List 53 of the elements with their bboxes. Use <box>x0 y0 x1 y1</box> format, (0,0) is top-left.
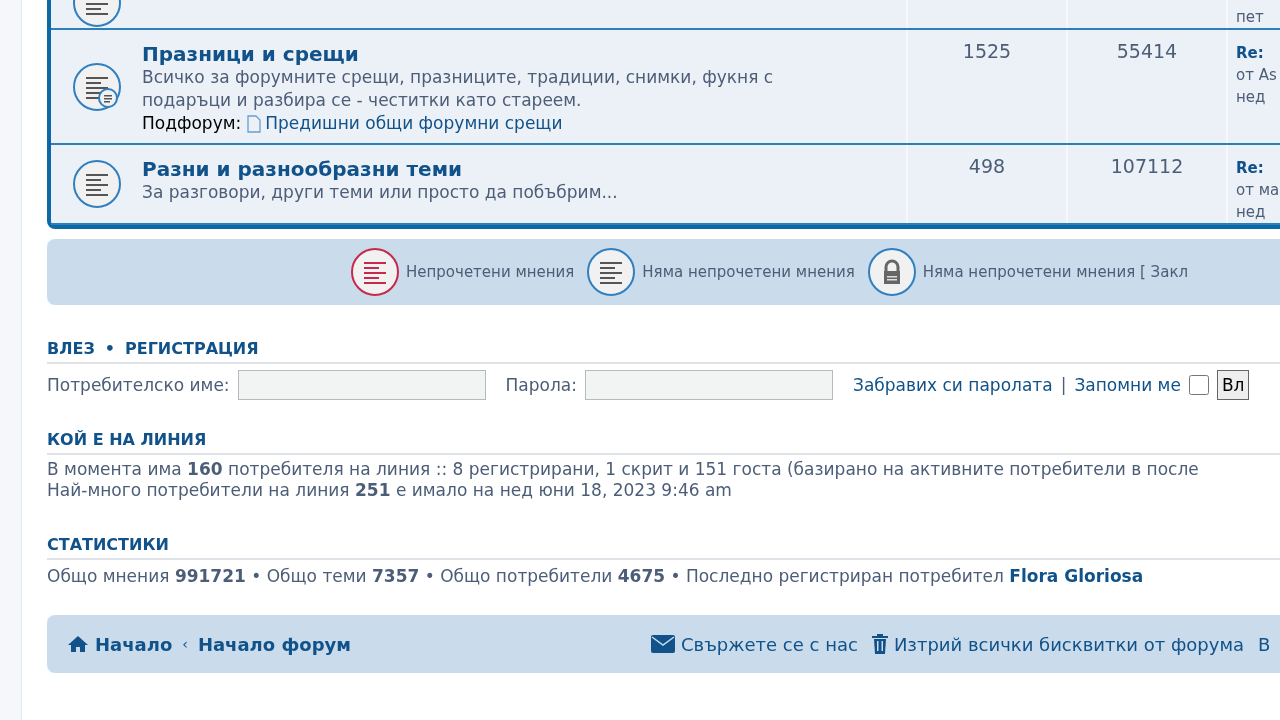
legend-label: Няма непрочетени мнения <box>642 263 855 281</box>
forum-title[interactable]: Празници и срещи <box>142 42 906 66</box>
last-post-link[interactable]: Re: <box>1236 157 1280 179</box>
breadcrumb-link[interactable]: Начало форум <box>197 633 351 655</box>
section-title: СТАТИСТИКИ <box>47 535 169 554</box>
envelope-icon <box>650 635 675 653</box>
home-icon <box>67 635 89 653</box>
footer-link[interactable]: Изтрий всички бисквитки от форума <box>871 633 1245 655</box>
topic-count: 498 <box>908 145 1068 223</box>
forum-description: За разговори, други теми или просто да побъбрим... <box>142 181 619 204</box>
post-count: 107112 <box>1068 145 1228 223</box>
footer-link[interactable]: В <box>1258 633 1271 655</box>
forum-icon <box>71 159 122 209</box>
lock-icon <box>866 247 917 297</box>
breadcrumb-separator: ‹ <box>182 636 188 652</box>
subforum-link[interactable]: Предишни общи форумни срещи <box>247 112 563 135</box>
last-post-info: пет <box>1236 7 1265 28</box>
login-link[interactable]: РЕГИСТРАЦИЯ <box>125 339 259 358</box>
post-count: 55414 <box>1068 30 1228 143</box>
user-link[interactable]: Flora Gloriosa <box>1009 566 1144 586</box>
topic-count: 1525 <box>908 30 1068 143</box>
legend-label: Непрочетени мнения <box>406 263 575 281</box>
separator: | <box>1060 375 1067 395</box>
last-post-info: от ма <box>1236 180 1280 201</box>
online-info: В момента има 160 потребителя на линия :: 8 регистрирани, 1 скрит и 151 госта (базирано на активните потребители в после <box>47 459 1200 480</box>
forgot-password-link[interactable]: Забравих си паролата <box>853 375 1053 395</box>
password-field[interactable] <box>585 370 833 400</box>
bullet: • <box>104 339 115 358</box>
last-post-link[interactable]: Re: <box>1236 42 1280 64</box>
username-field[interactable] <box>237 370 486 400</box>
forum-icon <box>350 247 400 297</box>
statistics-text: Общо мнения 991721 • Общо теми 7357 • Общо потребители 4675 • Последно регистриран потребител Flora Gloriosa <box>47 566 1145 587</box>
password-label: Парола: <box>505 375 577 395</box>
forum-icon <box>71 61 122 112</box>
breadcrumb-link[interactable]: Начало <box>67 633 173 655</box>
remember-me-label[interactable]: Запомни ме <box>1074 375 1181 395</box>
section-title: КОЙ Е НА ЛИНИЯ <box>47 430 207 449</box>
forum-description: Всичко за форумните срещи, празниците, традиции, снимки, фукня с подаръци и разбира се - честитки като стареем. <box>142 66 775 112</box>
forum-title[interactable]: Разни и разнообразни теми <box>142 157 906 181</box>
username-label: Потребителско име: <box>47 375 230 395</box>
last-post-info: нед <box>1236 202 1267 223</box>
legend-label: Няма непрочетени мнения [ Закл <box>922 263 1189 281</box>
login-link[interactable]: ВЛЕЗ <box>47 339 95 358</box>
subforum-label: Подфорум: <box>142 112 242 135</box>
trash-icon <box>871 634 888 654</box>
forum-icon <box>586 247 637 297</box>
last-post-info: от As <box>1236 65 1278 86</box>
file-icon <box>247 114 262 133</box>
last-post-info: нед <box>1236 87 1267 108</box>
login-button[interactable]: Вл <box>1216 370 1250 400</box>
footer-link[interactable]: Свържете се с нас <box>650 633 858 655</box>
remember-checkbox[interactable] <box>1188 375 1209 395</box>
online-info: Най-много потребители на линия 251 е имало на нед юни 18, 2023 9:46 am <box>47 480 733 501</box>
